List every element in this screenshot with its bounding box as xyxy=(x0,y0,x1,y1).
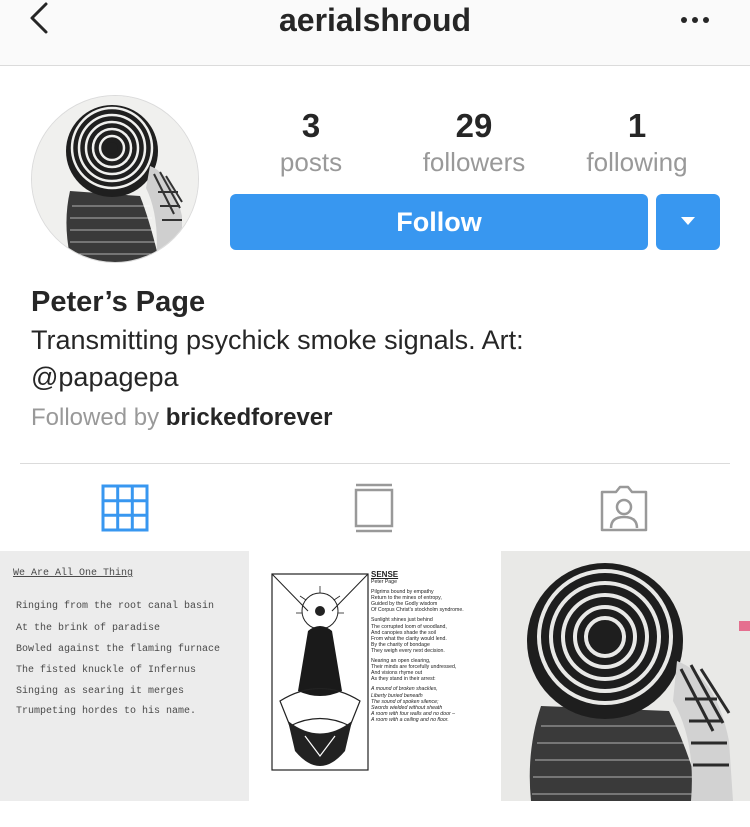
post2-author: Peter Page xyxy=(371,579,397,585)
more-options-button[interactable] xyxy=(678,14,714,28)
avatar-artwork xyxy=(32,96,198,262)
following-stat[interactable]: 1 following xyxy=(578,106,696,178)
poem-stanza: Pilgrims bound by empathy Return to the … xyxy=(371,589,496,613)
tab-feed[interactable] xyxy=(344,478,404,538)
poem-stanza: Sunlight shines just behind The corrupte… xyxy=(371,617,496,654)
poem-line: As they stand in their arrest: xyxy=(371,676,436,683)
profile-avatar[interactable] xyxy=(31,95,199,263)
following-label: following xyxy=(586,147,688,177)
followed-by-prefix: Followed by xyxy=(31,404,160,431)
post1-line: Singing as searing it merges xyxy=(16,686,185,697)
followed-by-user[interactable]: brickedforever xyxy=(166,404,333,431)
tagged-icon xyxy=(600,485,648,532)
post-thumbnail[interactable] xyxy=(0,551,249,801)
followers-stat[interactable]: 29 followers xyxy=(414,106,534,178)
caret-down-icon xyxy=(681,217,695,225)
more-horizontal-icon xyxy=(681,17,709,23)
posts-stat[interactable]: 3 posts xyxy=(262,106,360,178)
suggested-accounts-button[interactable] xyxy=(656,194,720,250)
poem-line: A room with a ceiling and no floor. xyxy=(371,716,449,723)
post2-title: SENSE xyxy=(371,570,399,579)
followed-by-text[interactable]: Followed by brickedforever xyxy=(31,402,332,434)
post1-line: Bowled against the flaming furnace xyxy=(16,644,221,655)
profile-display-name: Peter’s Page xyxy=(31,286,206,318)
nav-bar: aerialshroud xyxy=(0,0,750,66)
feed-icon xyxy=(354,483,394,533)
poem-stanza: A mound of broken shackles, Liberty buri… xyxy=(371,686,496,723)
profile-bio: Transmitting psychick smoke signals. Art… xyxy=(31,325,524,392)
followers-count: 29 xyxy=(455,107,493,144)
post1-line: The fisted knuckle of Infernus xyxy=(16,665,197,676)
followers-label: followers xyxy=(422,147,526,177)
section-divider xyxy=(20,463,730,464)
following-count: 1 xyxy=(627,107,647,144)
profile-username: aerialshroud xyxy=(278,2,472,38)
post1-line: Ringing from the root canal basin xyxy=(16,601,215,612)
follow-button[interactable]: Follow xyxy=(230,194,648,250)
post-thumbnail[interactable] xyxy=(501,551,750,801)
poem-line: Of Corpus Christ's stockholm syndrome. xyxy=(371,607,464,614)
post-artwork xyxy=(501,551,750,801)
grid-icon xyxy=(101,484,149,532)
posts-count: 3 xyxy=(301,107,321,144)
tab-grid[interactable] xyxy=(95,478,155,538)
post1-line: Trumpeting hordes to his name. xyxy=(16,706,197,717)
poem-stanza: Nearing an open clearing, Their minds ar… xyxy=(371,658,496,682)
post1-title: We Are All One Thing xyxy=(13,568,134,579)
tab-tagged[interactable] xyxy=(594,478,654,538)
post1-line: At the brink of paradise xyxy=(16,623,161,634)
posts-label: posts xyxy=(279,147,343,177)
poem-line: They weigh every next decision. xyxy=(371,647,445,654)
post2-poem: SENSE Peter Page Pilgrims bound by empat… xyxy=(371,570,496,727)
